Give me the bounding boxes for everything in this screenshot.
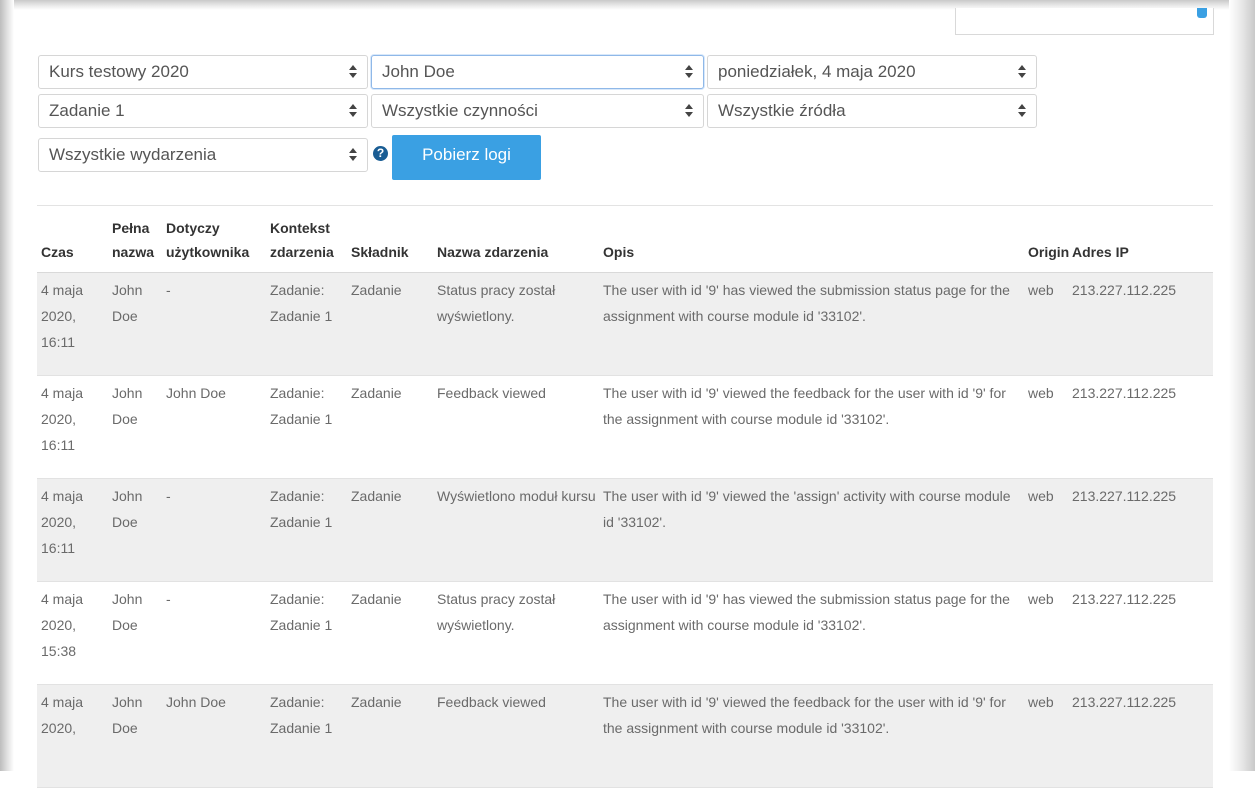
events-select-value: Wszystkie wydarzenia	[49, 145, 217, 164]
cell-affected-user: -	[162, 581, 266, 685]
cell-time: 4 maja 2020,	[37, 684, 108, 788]
sources-select[interactable]: Wszystkie źródła	[707, 94, 1037, 128]
column-header-fullname[interactable]: Pełna nazwa	[108, 213, 162, 273]
cell-component: Zadanie	[347, 478, 433, 582]
table-row: 4 maja 2020, 15:38 John Doe - Zadanie: Z…	[37, 581, 1213, 685]
activity-select[interactable]: Zadanie 1	[38, 94, 368, 128]
cell-event-name[interactable]: Feedback viewed	[433, 684, 599, 788]
select-arrows-icon	[349, 64, 358, 80]
get-logs-button[interactable]: Pobierz logi	[392, 135, 541, 180]
cell-component: Zadanie	[347, 684, 433, 788]
column-header-origin[interactable]: Origin	[1024, 213, 1069, 273]
cell-affected-user: -	[162, 272, 266, 376]
column-header-context[interactable]: Kontekst zdarzenia	[266, 213, 347, 273]
cell-origin: web	[1024, 272, 1068, 376]
table-header-row: Czas Pełna nazwa Dotyczy użytkownika Kon…	[37, 213, 1213, 273]
cell-affected-user: -	[162, 478, 266, 582]
cell-time: 4 maja 2020, 16:11	[37, 272, 108, 376]
search-button-partial[interactable]	[1197, 8, 1207, 18]
cell-description: The user with id '9' viewed the feedback…	[599, 684, 1024, 788]
divider	[37, 205, 1213, 206]
column-header-affected-user[interactable]: Dotyczy użytkownika	[162, 213, 266, 273]
activity-select-value: Zadanie 1	[49, 101, 125, 120]
question-circle-icon[interactable]: ?	[373, 146, 388, 161]
cell-ip[interactable]: 213.227.112.225	[1068, 272, 1213, 376]
table-row: 4 maja 2020, John Doe John Doe Zadanie: …	[37, 684, 1213, 788]
select-arrows-icon	[685, 103, 694, 119]
cell-component: Zadanie	[347, 272, 433, 376]
select-arrows-icon	[349, 147, 358, 163]
cell-context[interactable]: Zadanie: Zadanie 1	[266, 581, 347, 685]
select-arrows-icon	[349, 103, 358, 119]
cell-affected-user[interactable]: John Doe	[162, 375, 266, 479]
cell-context[interactable]: Zadanie: Zadanie 1	[266, 478, 347, 582]
cell-origin: web	[1024, 478, 1068, 582]
column-header-time[interactable]: Czas	[37, 213, 108, 273]
cell-event-name[interactable]: Wyświetlono moduł kursu	[433, 478, 599, 582]
cell-component: Zadanie	[347, 581, 433, 685]
column-header-description[interactable]: Opis	[599, 213, 1024, 273]
select-arrows-icon	[1018, 103, 1027, 119]
cell-fullname[interactable]: John Doe	[108, 375, 162, 479]
table-row: 4 maja 2020, 16:11 John Doe - Zadanie: Z…	[37, 478, 1213, 582]
cell-ip[interactable]: 213.227.112.225	[1068, 581, 1213, 685]
cell-event-name[interactable]: Status pracy został wyświetlony.	[433, 581, 599, 685]
cell-event-name[interactable]: Status pracy został wyświetlony.	[433, 272, 599, 376]
column-header-ip[interactable]: Adres IP	[1068, 213, 1213, 273]
column-header-component[interactable]: Składnik	[347, 213, 433, 273]
select-arrows-icon	[685, 64, 694, 80]
cell-context[interactable]: Zadanie: Zadanie 1	[266, 272, 347, 376]
select-arrows-icon	[1018, 64, 1027, 80]
course-select[interactable]: Kurs testowy 2020	[38, 55, 368, 89]
cell-fullname[interactable]: John Doe	[108, 478, 162, 582]
actions-select[interactable]: Wszystkie czynności	[371, 94, 704, 128]
cell-context[interactable]: Zadanie: Zadanie 1	[266, 375, 347, 479]
cell-ip[interactable]: 213.227.112.225	[1068, 478, 1213, 582]
user-select-value: John Doe	[382, 62, 455, 81]
date-select-value: poniedziałek, 4 maja 2020	[718, 62, 916, 81]
date-select[interactable]: poniedziałek, 4 maja 2020	[707, 55, 1037, 89]
cell-ip[interactable]: 213.227.112.225	[1068, 375, 1213, 479]
table-row: 4 maja 2020, 16:11 John Doe John Doe Zad…	[37, 375, 1213, 479]
actions-select-value: Wszystkie czynności	[382, 101, 538, 120]
sources-select-value: Wszystkie źródła	[718, 101, 846, 120]
window-right-edge	[1229, 0, 1255, 771]
cell-affected-user[interactable]: John Doe	[162, 684, 266, 788]
cell-description: The user with id '9' has viewed the subm…	[599, 272, 1024, 376]
cell-fullname[interactable]: John Doe	[108, 272, 162, 376]
column-header-event-name[interactable]: Nazwa zdarzenia	[433, 213, 599, 273]
cell-event-name[interactable]: Feedback viewed	[433, 375, 599, 479]
cell-time: 4 maja 2020, 16:11	[37, 478, 108, 582]
cell-description: The user with id '9' viewed the 'assign'…	[599, 478, 1024, 582]
search-box-partial[interactable]	[955, 8, 1214, 35]
cell-time: 4 maja 2020, 16:11	[37, 375, 108, 479]
cell-fullname[interactable]: John Doe	[108, 684, 162, 788]
user-select[interactable]: John Doe	[371, 55, 704, 89]
cell-fullname[interactable]: John Doe	[108, 581, 162, 685]
cell-description: The user with id '9' has viewed the subm…	[599, 581, 1024, 685]
logs-table: Czas Pełna nazwa Dotyczy użytkownika Kon…	[37, 213, 1213, 788]
cell-origin: web	[1024, 684, 1068, 788]
events-select[interactable]: Wszystkie wydarzenia	[38, 138, 368, 172]
table-row: 4 maja 2020, 16:11 John Doe - Zadanie: Z…	[37, 272, 1213, 376]
cell-origin: web	[1024, 375, 1068, 479]
cell-time: 4 maja 2020, 15:38	[37, 581, 108, 685]
cell-component: Zadanie	[347, 375, 433, 479]
cell-context[interactable]: Zadanie: Zadanie 1	[266, 684, 347, 788]
window-left-edge	[0, 0, 14, 771]
cell-origin: web	[1024, 581, 1068, 685]
cell-description: The user with id '9' viewed the feedback…	[599, 375, 1024, 479]
cell-ip[interactable]: 213.227.112.225	[1068, 684, 1213, 788]
course-select-value: Kurs testowy 2020	[49, 62, 189, 81]
